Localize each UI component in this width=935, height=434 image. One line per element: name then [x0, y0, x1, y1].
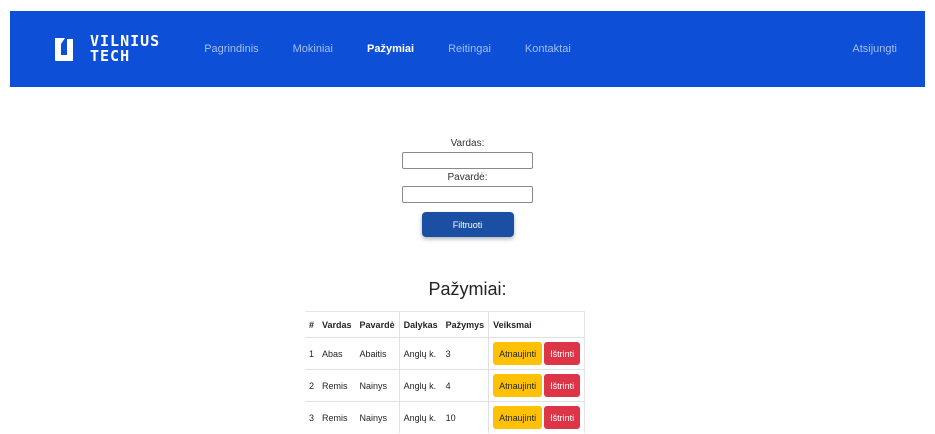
cell-actions: Atnaujinti Ištrinti: [488, 401, 586, 433]
cell-actions: Atnaujinti Ištrinti: [488, 337, 586, 370]
cell-subject: Anglų k.: [398, 369, 442, 402]
column-header-last-name: Pavardė: [355, 311, 400, 338]
cell-number: 3: [305, 401, 319, 433]
cell-last-name: Nainys: [355, 401, 400, 433]
cell-grade: 4: [441, 369, 489, 402]
filter-button[interactable]: Filtruoti: [421, 212, 514, 237]
cell-first-name: Remis: [318, 401, 356, 433]
last-name-input[interactable]: [402, 186, 533, 203]
delete-button[interactable]: Ištrinti: [544, 406, 581, 429]
first-name-input[interactable]: [402, 152, 533, 169]
nav-link-pazymiai[interactable]: Pažymiai: [367, 43, 414, 55]
nav-link-reitingai[interactable]: Reitingai: [448, 43, 491, 55]
delete-button[interactable]: Ištrinti: [544, 342, 581, 365]
delete-button[interactable]: Ištrinti: [544, 374, 581, 397]
table-header-row: # Vardas Pavardė Dalykas Pažymys Veiksma…: [305, 311, 586, 338]
logo-text-line2: TECH: [90, 47, 131, 65]
table-row: 2 Remis Nainys Anglų k. 4 Atnaujinti Ištr…: [305, 369, 586, 402]
cell-first-name: Remis: [318, 369, 356, 402]
cell-grade: 10: [441, 401, 489, 433]
grades-title: Pažymiai:: [428, 279, 507, 299]
nav-link-kontaktai[interactable]: Kontaktai: [525, 43, 571, 55]
nav-links: Pagrindinis Mokiniai Pažymiai Reitingai …: [204, 43, 605, 55]
column-header-actions: Veiksmai: [488, 311, 586, 338]
update-button[interactable]: Atnaujinti: [493, 342, 543, 365]
cell-subject: Anglų k.: [398, 337, 442, 370]
vilniustech-logo[interactable]: VILNIUS TECH: [50, 34, 160, 64]
nav-link-mokiniai[interactable]: Mokiniai: [293, 43, 333, 55]
table-row: 3 Remis Nainys Anglų k. 10 Atnaujinti Išt…: [305, 401, 586, 433]
cell-grade: 3: [441, 337, 489, 370]
update-button[interactable]: Atnaujinti: [493, 406, 543, 429]
cell-number: 1: [305, 337, 319, 370]
cell-actions: Atnaujinti Ištrinti: [488, 369, 586, 402]
cell-last-name: Nainys: [355, 369, 400, 402]
logo-text: VILNIUS TECH: [90, 34, 160, 64]
column-header-number: #: [305, 311, 319, 338]
cell-number: 2: [305, 369, 319, 402]
top-navbar: VILNIUS TECH Pagrindinis Mokiniai Pažymi…: [10, 11, 925, 87]
first-name-label: Vardas:: [450, 138, 485, 149]
cell-last-name: Abaitis: [355, 337, 400, 370]
column-header-first-name: Vardas: [318, 311, 356, 338]
cell-first-name: Abas: [318, 337, 356, 370]
last-name-label: Pavardė:: [447, 172, 488, 183]
nav-link-pagrindinis[interactable]: Pagrindinis: [204, 43, 258, 55]
logout-link[interactable]: Atsijungti: [852, 43, 897, 55]
filter-form: Vardas: Pavardė: Filtruoti: [0, 138, 935, 237]
column-header-grade: Pažymys: [441, 311, 489, 338]
column-header-subject: Dalykas: [398, 311, 442, 338]
vilniustech-logo-icon: [55, 37, 73, 61]
grades-table: # Vardas Pavardė Dalykas Pažymys Veiksma…: [305, 311, 586, 433]
table-row: 1 Abas Abaitis Anglų k. 3 Atnaujinti Ištr…: [305, 337, 586, 370]
update-button[interactable]: Atnaujinti: [493, 374, 543, 397]
cell-subject: Anglų k.: [398, 401, 442, 433]
